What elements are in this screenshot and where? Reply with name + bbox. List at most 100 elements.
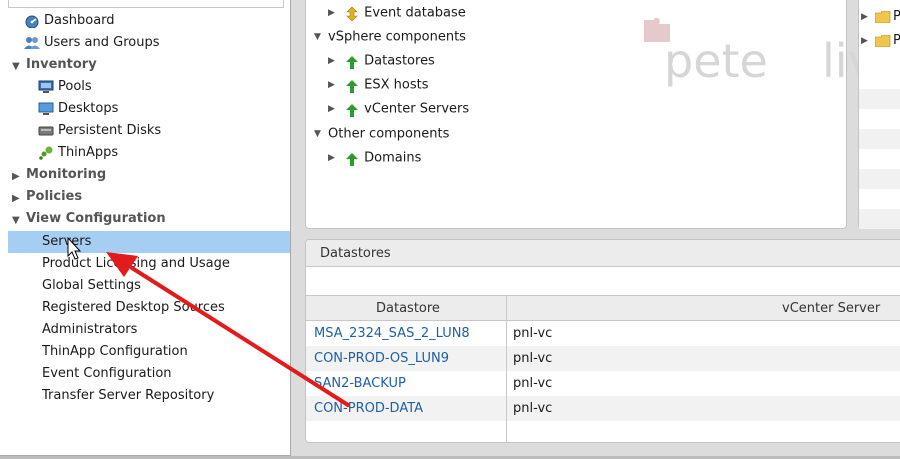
section-label: View Configuration [26, 211, 166, 226]
nav-item-dashboard[interactable]: Dashboard [24, 10, 115, 32]
section-label: Monitoring [26, 167, 107, 182]
collapse-triangle-icon: ▼ [314, 129, 321, 139]
vcenter-cell: pnl-vc [513, 326, 553, 341]
datastore-link[interactable]: CON-PROD-OS_LUN9 [314, 346, 449, 371]
nav-item-label: Pools [58, 79, 92, 94]
nav-item-label: Desktops [58, 101, 119, 116]
expand-triangle-icon: ▶ [12, 170, 20, 182]
nav-top-frame [8, 0, 284, 8]
column-header-vcenter-server[interactable]: vCenter Server [782, 296, 880, 322]
tree-node-other-components[interactable]: ▼ Other components [314, 123, 449, 145]
dashboard-icon [24, 14, 40, 29]
datastore-link[interactable]: SAN2-BACKUP [314, 371, 406, 396]
expand-triangle-icon: ▶ [861, 36, 868, 46]
datastore-link[interactable]: MSA_2324_SAS_2_LUN8 [314, 321, 470, 346]
nav-section-policies[interactable]: ▶ Policies [12, 186, 82, 208]
nav-section-inventory[interactable]: ▼ Inventory [12, 54, 97, 76]
nav-item-transfer-server-repository[interactable]: Transfer Server Repository [42, 385, 214, 407]
right-tree-panel: ▶ P ▶ P [858, 0, 900, 229]
section-label: Inventory [26, 57, 97, 72]
nav-item-label: Administrators [42, 322, 138, 337]
table-row[interactable]: CON-PROD-DATA pnl-vc [306, 396, 900, 421]
nav-item-label: Users and Groups [44, 35, 160, 50]
nav-item-persistent-disks[interactable]: Persistent Disks [38, 120, 161, 142]
right-tree-node-2[interactable]: ▶ P [859, 31, 900, 53]
nav-item-label: Persistent Disks [58, 123, 162, 138]
nav-item-label: Global Settings [42, 278, 141, 293]
tree-node-datastores[interactable]: ▶ Datastores [328, 50, 435, 72]
nav-section-view-configuration[interactable]: ▼ View Configuration [12, 208, 166, 230]
vcenter-cell: pnl-vc [513, 401, 553, 416]
nav-item-global-settings[interactable]: Global Settings [42, 275, 141, 297]
expand-triangle-icon: ▶ [328, 8, 335, 18]
thinapps-icon [38, 146, 54, 160]
datastores-panel: Datastores Datastore vCenter Server MSA_… [305, 239, 900, 443]
expand-triangle-icon: ▶ [12, 192, 20, 204]
datastore-link[interactable]: CON-PROD-DATA [314, 396, 423, 421]
tree-node-esx-hosts[interactable]: ▶ ESX hosts [328, 74, 428, 96]
nav-item-label: Product Licensing and Usage [42, 256, 230, 271]
expand-triangle-icon: ▶ [861, 12, 868, 22]
status-up-icon [346, 55, 359, 69]
expand-triangle-icon: ▶ [328, 153, 335, 163]
column-header-datastore[interactable]: Datastore [376, 296, 440, 322]
expand-triangle-icon: ▶ [328, 56, 335, 66]
tree-node-vsphere-components[interactable]: ▼ vSphere components [314, 26, 466, 48]
tree-node-event-database[interactable]: ▶ Event database [328, 2, 466, 24]
tree-node-label: Domains [364, 150, 422, 166]
tree-node-label: Datastores [364, 53, 435, 69]
row-stripe [859, 169, 900, 189]
tree-node-label: vCenter Servers [364, 101, 470, 117]
vcenter-cell: pnl-vc [513, 376, 553, 391]
nav-item-label: Dashboard [44, 13, 115, 28]
row-stripe [859, 209, 900, 229]
folder-icon [874, 34, 891, 51]
users-icon [24, 36, 40, 50]
nav-item-servers[interactable]: Servers [8, 231, 290, 253]
folder-icon [874, 10, 891, 27]
up-down-arrow-icon [346, 6, 358, 21]
tree-node-vcenter-servers[interactable]: ▶ vCenter Servers [328, 98, 469, 120]
nav-item-registered-desktop-sources[interactable]: Registered Desktop Sources [42, 297, 225, 319]
nav-item-label: Transfer Server Repository [42, 388, 215, 403]
datastores-panel-title: Datastores [306, 240, 900, 267]
nav-section-monitoring[interactable]: ▶ Monitoring [12, 164, 106, 186]
nav-item-administrators[interactable]: Administrators [42, 319, 137, 341]
nav-item-label: Servers [42, 234, 92, 249]
table-row[interactable]: MSA_2324_SAS_2_LUN8 pnl-vc [306, 321, 900, 346]
row-stripe [859, 129, 900, 149]
collapse-triangle-icon: ▼ [12, 60, 20, 72]
nav-item-label: ThinApps [58, 145, 119, 160]
collapse-triangle-icon: ▼ [12, 214, 20, 226]
status-up-icon [346, 152, 359, 166]
section-label: Policies [26, 189, 83, 204]
desktops-icon [38, 102, 54, 116]
column-separator [506, 295, 507, 442]
status-up-icon [346, 103, 359, 117]
nav-item-users-and-groups[interactable]: Users and Groups [24, 32, 159, 54]
nav-item-label: Event Configuration [42, 366, 172, 381]
tree-node-label: Event database [364, 5, 466, 21]
nav-item-label: ThinApp Configuration [42, 344, 188, 359]
table-row[interactable]: SAN2-BACKUP pnl-vc [306, 371, 900, 396]
nav-item-thinapps[interactable]: ThinApps [38, 142, 118, 164]
components-tree-panel: ▶ Event database ▼ vSphere components ▶ D… [305, 0, 847, 229]
tree-node-label: ESX hosts [364, 77, 429, 93]
nav-item-product-licensing[interactable]: Product Licensing and Usage [42, 253, 230, 275]
row-stripe [859, 89, 900, 109]
tree-node-domains[interactable]: ▶ Domains [328, 147, 421, 169]
right-tree-node-1[interactable]: ▶ P [859, 7, 900, 29]
tree-node-label: Other components [328, 126, 450, 142]
nav-item-desktops[interactable]: Desktops [38, 98, 118, 120]
expand-triangle-icon: ▶ [328, 104, 335, 114]
nav-item-thinapp-configuration[interactable]: ThinApp Configuration [42, 341, 188, 363]
datastores-table-header: Datastore vCenter Server [306, 295, 900, 321]
status-up-icon [346, 79, 359, 93]
left-navigation: Dashboard Users and Groups ▼ Inventory Po… [0, 0, 291, 456]
nav-item-pools[interactable]: Pools [38, 76, 92, 98]
collapse-triangle-icon: ▼ [314, 32, 321, 42]
pools-icon [38, 80, 54, 94]
table-row[interactable]: CON-PROD-OS_LUN9 pnl-vc [306, 346, 900, 371]
nav-item-event-configuration[interactable]: Event Configuration [42, 363, 172, 385]
right-tree-label: P [893, 9, 900, 24]
